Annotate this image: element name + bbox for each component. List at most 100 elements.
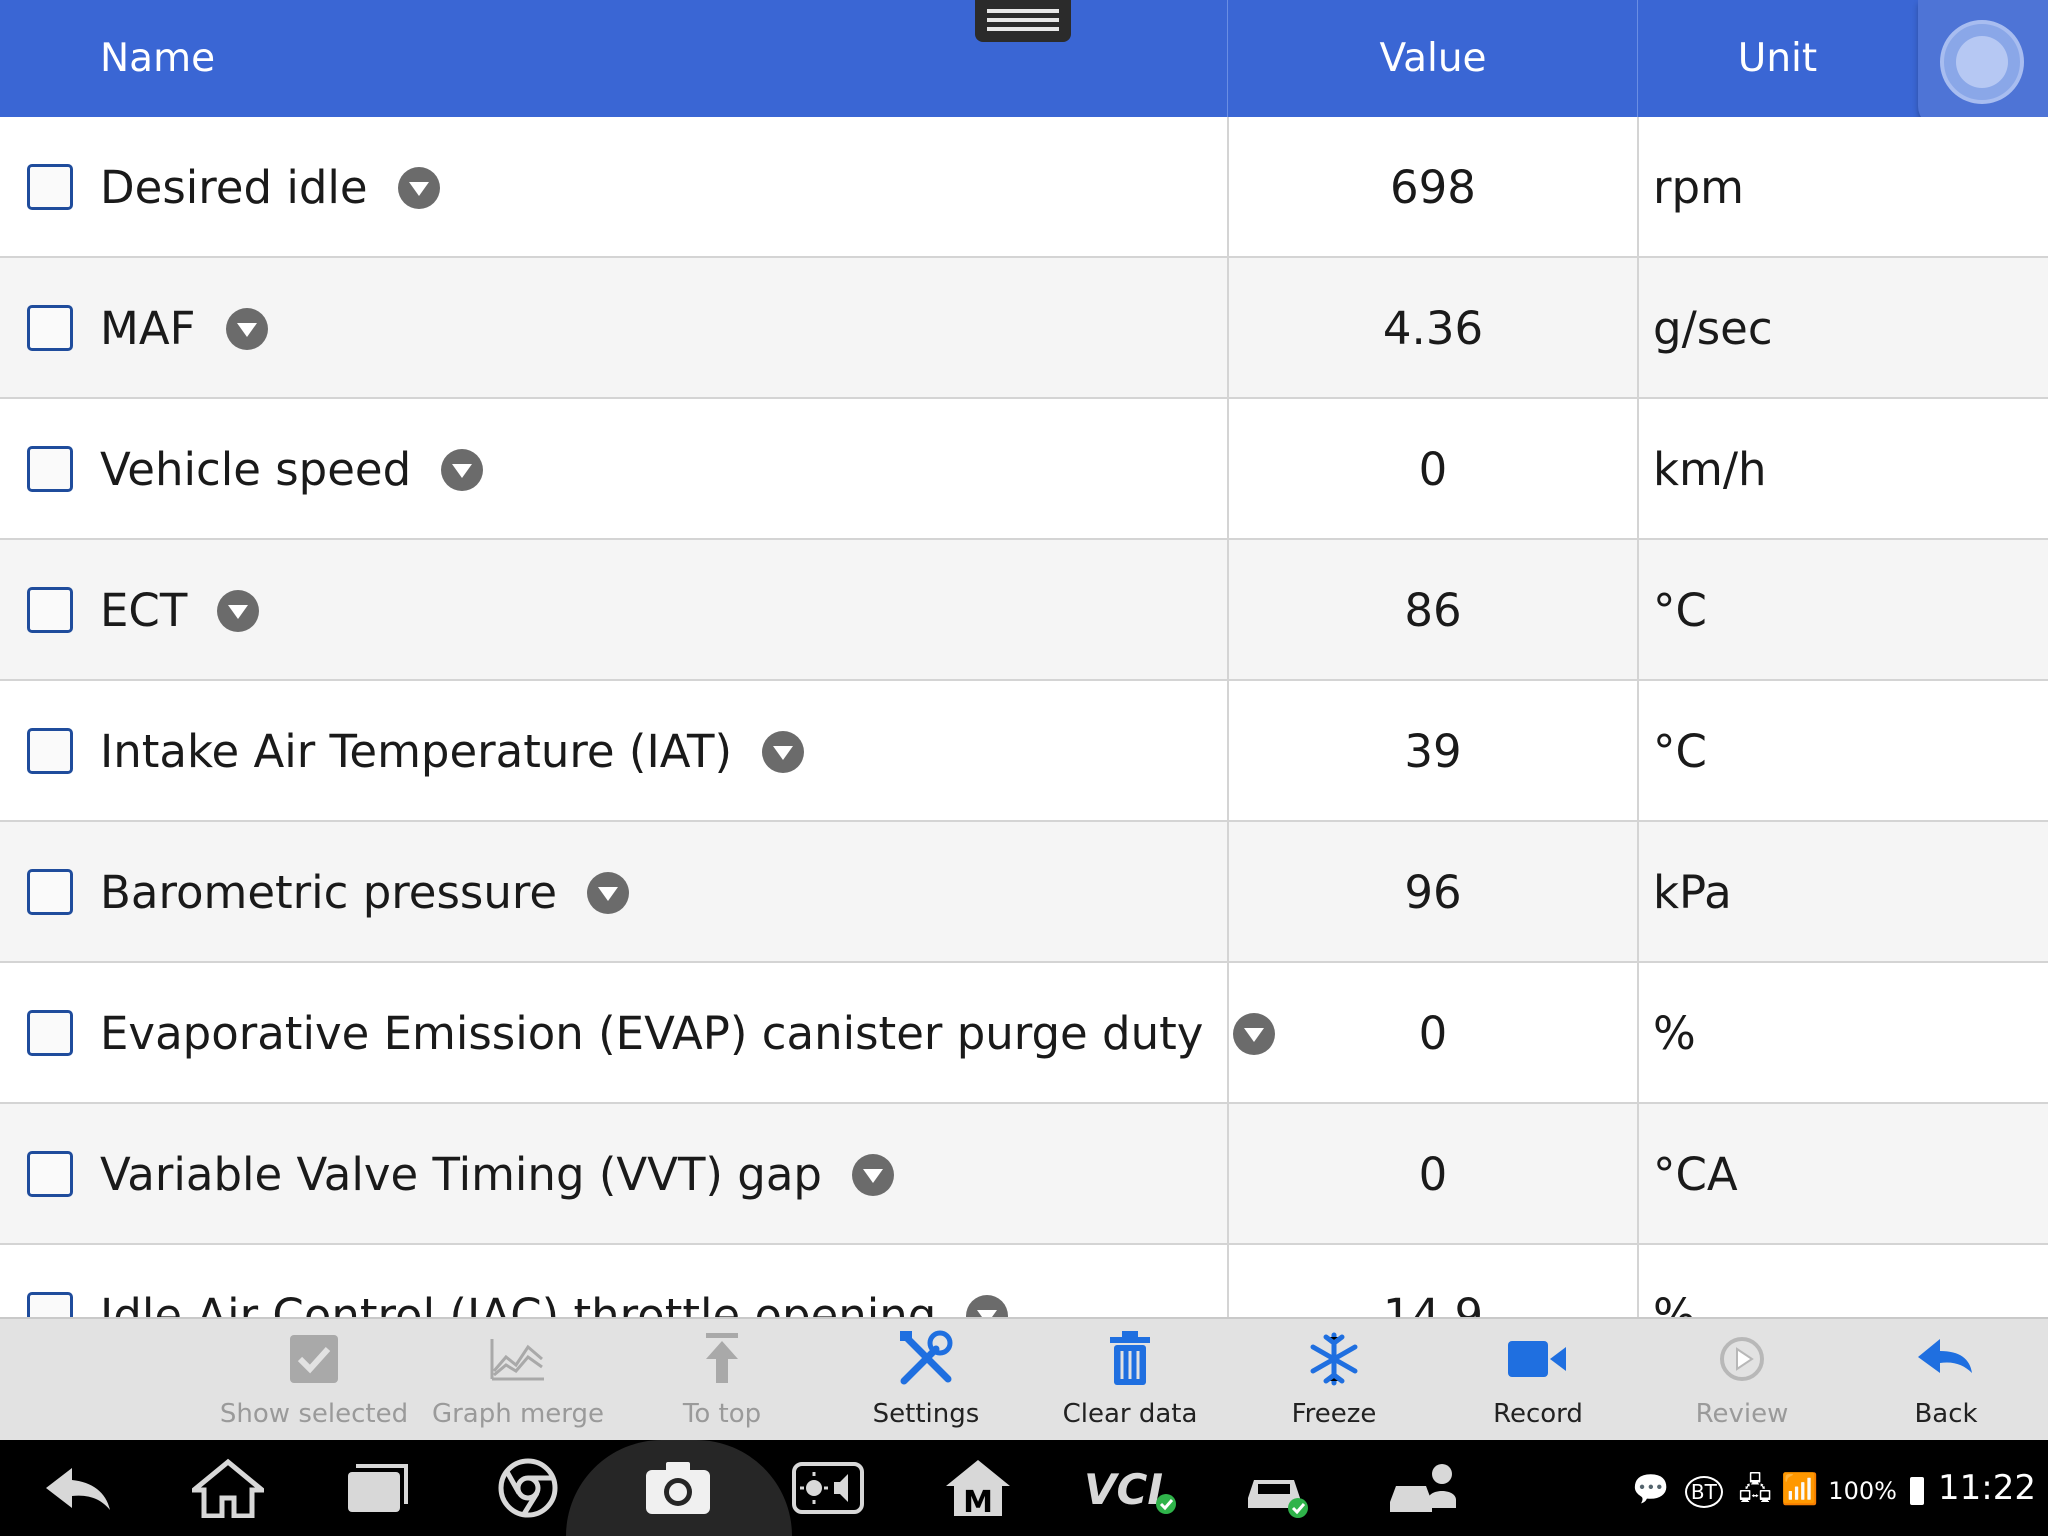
row-name: ECT: [100, 540, 260, 681]
play-circle-icon: [1720, 1337, 1764, 1381]
dropdown-arrow-icon[interactable]: [762, 731, 805, 773]
row-checkbox[interactable]: [27, 445, 73, 492]
header-value: Value: [1227, 0, 1638, 117]
chat-icon: 💬: [1632, 1472, 1670, 1507]
checkbox-icon: [290, 1335, 338, 1383]
row-name-text: Barometric pressure: [100, 866, 558, 919]
chrome-icon[interactable]: [492, 1458, 564, 1518]
clock: 11:22: [1938, 1468, 2036, 1508]
data-table[interactable]: Desired idle 698 rpm MAF 4.36 g/sec Vehi…: [0, 117, 2048, 1317]
settings-button[interactable]: Settings: [824, 1319, 1028, 1442]
row-unit: kPa: [1637, 822, 2048, 963]
review-label: Review: [1695, 1399, 1789, 1429]
row-name-text: MAF: [100, 302, 196, 355]
row-unit: °C: [1637, 681, 2048, 822]
table-row: Desired idle 698 rpm: [0, 117, 2048, 258]
row-unit: %: [1637, 963, 2048, 1104]
assist-circle-icon: [1940, 20, 2024, 104]
table-row: Evaporative Emission (EVAP) canister pur…: [0, 963, 2048, 1104]
dropdown-arrow-icon[interactable]: [397, 167, 440, 209]
dropdown-arrow-icon[interactable]: [441, 449, 484, 491]
graph-merge-button[interactable]: Graph merge: [416, 1319, 620, 1442]
system-navigation-bar: M VCI 💬 BT 🖧 📶 100% 11:22: [0, 1440, 2048, 1536]
snowflake-icon: [1310, 1332, 1358, 1386]
dropdown-arrow-icon[interactable]: [966, 1295, 1009, 1317]
row-unit: %: [1637, 1245, 2048, 1317]
dropdown-arrow-icon[interactable]: [852, 1154, 894, 1196]
back-button[interactable]: Back: [1844, 1319, 2048, 1442]
to-top-button[interactable]: To top: [620, 1319, 824, 1442]
row-checkbox[interactable]: [27, 727, 73, 774]
arrow-up-icon: [706, 1333, 738, 1383]
row-checkbox[interactable]: [27, 304, 73, 351]
dropdown-arrow-icon[interactable]: [225, 308, 268, 350]
row-name-text: Vehicle speed: [100, 443, 412, 496]
tools-icon: [900, 1330, 953, 1385]
bottom-toolbar: Show selected Graph merge To top Setting…: [0, 1317, 2048, 1440]
trash-icon: [1110, 1331, 1150, 1385]
row-unit: °CA: [1637, 1104, 2048, 1245]
remote-expert-icon[interactable]: [1388, 1458, 1460, 1518]
row-value: 39: [1227, 681, 1637, 822]
show-selected-button[interactable]: Show selected: [212, 1319, 416, 1442]
table-row: Variable Valve Timing (VVT) gap 0 °CA: [0, 1104, 2048, 1245]
row-name: MAF: [100, 258, 268, 399]
to-top-label: To top: [682, 1399, 762, 1429]
network-icon: 🖧: [1738, 1472, 1772, 1507]
vehicle-diagnostics-icon[interactable]: [1242, 1458, 1314, 1518]
dropdown-arrow-icon[interactable]: [217, 590, 260, 632]
system-back-icon[interactable]: [42, 1458, 114, 1518]
row-value: 0: [1227, 399, 1637, 540]
brightness-volume-icon[interactable]: [792, 1458, 864, 1518]
row-value: 0: [1227, 1104, 1637, 1245]
row-checkbox[interactable]: [27, 1150, 73, 1197]
row-checkbox[interactable]: [27, 1009, 73, 1056]
battery-icon: [1910, 1476, 1925, 1505]
drag-handle-icon[interactable]: [975, 0, 1071, 42]
row-unit: rpm: [1637, 117, 2048, 258]
row-value: 698: [1227, 117, 1637, 258]
row-unit: km/h: [1637, 399, 2048, 540]
status-area: 💬 BT 🖧 📶 100% 11:22: [1632, 1462, 2036, 1514]
graph-icon: [490, 1339, 544, 1381]
row-name: Barometric pressure: [100, 822, 630, 963]
clear-data-label: Clear data: [1062, 1399, 1198, 1429]
row-name: Variable Valve Timing (VVT) gap: [100, 1104, 894, 1245]
show-selected-label: Show selected: [219, 1399, 409, 1429]
row-checkbox[interactable]: [27, 586, 73, 633]
clear-data-button[interactable]: Clear data: [1028, 1319, 1232, 1442]
table-row: ECT 86 °C: [0, 540, 2048, 681]
back-arrow-icon: [1918, 1339, 1972, 1373]
row-checkbox[interactable]: [27, 868, 73, 915]
vci-text: VCI: [1084, 1465, 1163, 1514]
vci-icon[interactable]: VCI: [1082, 1458, 1182, 1518]
graph-merge-label: Graph merge: [431, 1399, 605, 1429]
row-checkbox[interactable]: [27, 1291, 73, 1317]
row-name: Vehicle speed: [100, 399, 484, 540]
settings-label: Settings: [872, 1399, 980, 1429]
row-name-text: Idle Air Control (IAC) throttle opening: [100, 1289, 937, 1317]
screenshot-camera-icon[interactable]: [642, 1458, 714, 1518]
freeze-label: Freeze: [1291, 1399, 1377, 1429]
recent-apps-icon[interactable]: [342, 1458, 414, 1518]
record-button[interactable]: Record: [1436, 1319, 1640, 1442]
row-name: Intake Air Temperature (IAT): [100, 681, 805, 822]
row-value: 4.36: [1227, 258, 1637, 399]
row-name-text: Desired idle: [100, 161, 368, 214]
back-label: Back: [1914, 1399, 1978, 1429]
maxifix-icon[interactable]: M: [942, 1458, 1014, 1518]
home-icon[interactable]: [192, 1458, 264, 1518]
bluetooth-badge: BT: [1684, 1476, 1723, 1508]
m-letter: M: [963, 1485, 993, 1518]
video-camera-icon: [1508, 1341, 1566, 1377]
table-row: Intake Air Temperature (IAT) 39 °C: [0, 681, 2048, 822]
row-name-text: Intake Air Temperature (IAT): [100, 725, 733, 778]
dropdown-arrow-icon[interactable]: [587, 872, 630, 914]
row-name-text: ECT: [100, 584, 188, 637]
floating-assist-button[interactable]: [1918, 0, 2048, 128]
row-checkbox[interactable]: [27, 163, 73, 210]
review-button[interactable]: Review: [1640, 1319, 1844, 1442]
row-value: 14.9: [1227, 1245, 1637, 1317]
row-name-text: Evaporative Emission (EVAP) canister pur…: [100, 1007, 1204, 1060]
freeze-button[interactable]: Freeze: [1232, 1319, 1436, 1442]
